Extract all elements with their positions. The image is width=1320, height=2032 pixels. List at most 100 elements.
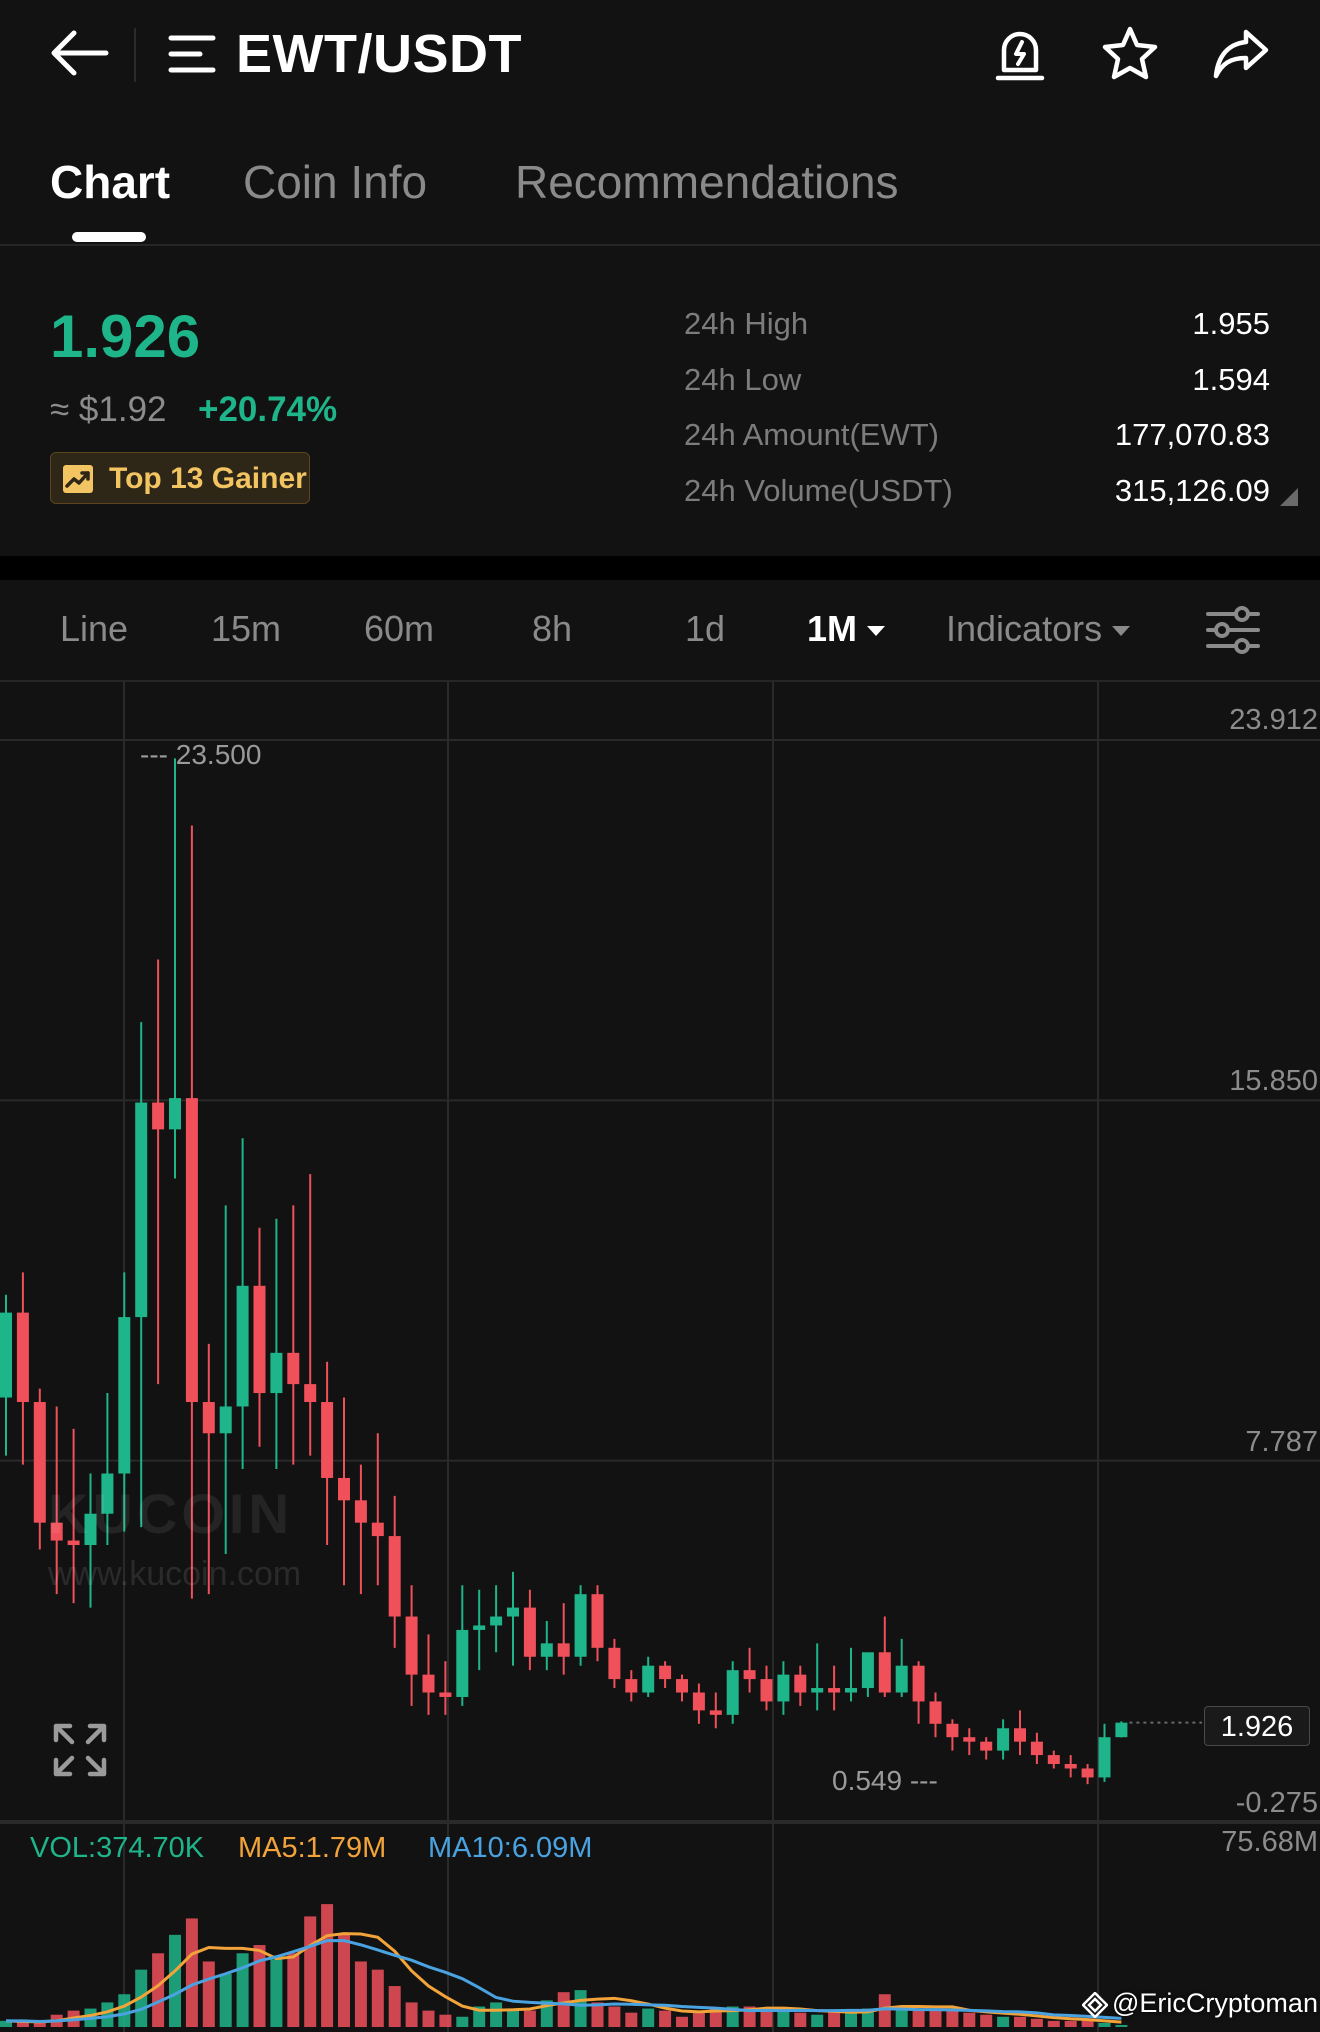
volume-bar (642, 2008, 655, 2027)
top-gainer-badge[interactable]: Top 13 Gainer (50, 452, 310, 504)
highest-price-value: 23.500 (175, 739, 262, 770)
candle-body (692, 1692, 705, 1711)
interval-60m[interactable]: 60m (364, 606, 434, 652)
stat-label-24h-high: 24h High (684, 306, 809, 341)
lowest-price-value: 0.549 (832, 1765, 903, 1796)
volume-bar (777, 2010, 790, 2027)
volume-bar (270, 1959, 283, 2027)
volume-bar (625, 2012, 638, 2027)
interval-8h[interactable]: 8h (532, 606, 572, 652)
candle-body (811, 1688, 824, 1693)
chart-settings-sliders-icon[interactable] (1206, 604, 1260, 656)
chevron-down-icon (1112, 626, 1131, 637)
interval-1d[interactable]: 1d (685, 606, 725, 652)
interval-15m[interactable]: 15m (211, 606, 281, 652)
author-credit: @EricCryptoman (1081, 1986, 1318, 2020)
candle-body (574, 1594, 587, 1657)
candle-body (33, 1401, 46, 1523)
favorite-star-icon[interactable] (1100, 24, 1160, 84)
candle-body (659, 1665, 672, 1680)
tab-recommendations[interactable]: Recommendations (515, 154, 899, 210)
volume-bar (997, 2016, 1010, 2027)
candle-body (980, 1741, 993, 1751)
volume-bar (456, 2016, 469, 2027)
interval-line[interactable]: Line (60, 606, 128, 652)
indicators-dropdown[interactable]: Indicators (946, 606, 1131, 652)
candle-body (1115, 1722, 1128, 1738)
y-axis-tick: 23.912 (1229, 704, 1318, 736)
volume-bar (354, 1961, 367, 2027)
volume-bar (794, 2012, 807, 2027)
candle-body (709, 1710, 722, 1715)
diamond-logo-icon (1081, 1991, 1109, 2019)
candle-body (371, 1522, 384, 1537)
volume-bar (169, 1934, 181, 2027)
candle-body (557, 1643, 570, 1657)
stat-value-24h-amount: 177,070.83 (1114, 417, 1270, 452)
trending-up-icon (63, 465, 93, 493)
interval-1m-dropdown[interactable]: 1M (807, 606, 886, 652)
volume-bar (676, 2016, 688, 2027)
volume-bar (338, 1934, 350, 2027)
candle-body (1030, 1741, 1043, 1756)
volume-bar (371, 1969, 384, 2027)
candle-body (270, 1352, 283, 1394)
volume-legend: VOL:374.70K (30, 1832, 205, 1864)
candle-body (878, 1652, 891, 1693)
candle-body (16, 1312, 29, 1402)
volume-bar (287, 1953, 300, 2027)
y-axis-tick: 15.850 (1229, 1065, 1318, 1097)
candle-body (202, 1401, 215, 1434)
candle-body (185, 1098, 198, 1402)
candle-body (507, 1607, 519, 1617)
volume-bar (1081, 2020, 1094, 2027)
fullscreen-expand-icon[interactable] (52, 1722, 108, 1778)
volume-bar (118, 1994, 131, 2027)
active-tab-indicator (72, 232, 146, 242)
candle-body (118, 1317, 131, 1474)
candle-body (405, 1616, 418, 1675)
header-divider (134, 28, 136, 82)
candle-body (726, 1670, 739, 1715)
candle-body (439, 1692, 452, 1697)
volume-bar (439, 2014, 452, 2027)
candle-body (642, 1665, 655, 1693)
candle-body (490, 1616, 503, 1626)
top-gainer-label: Top 13 Gainer (109, 462, 307, 495)
volume-bar (405, 2002, 418, 2027)
chevron-down-icon (867, 626, 886, 637)
y-axis-tick: -0.275 (1235, 1787, 1318, 1819)
volume-bar (523, 2010, 536, 2027)
kucoin-watermark-url: www.kucoin.com (48, 1555, 302, 1593)
price-alert-icon[interactable] (990, 24, 1050, 84)
trading-pair-title[interactable]: EWT/USDT (236, 22, 522, 86)
share-icon[interactable] (1210, 24, 1270, 84)
tab-coin-info[interactable]: Coin Info (243, 154, 427, 210)
volume-bar (1098, 2022, 1111, 2027)
volume-bar (929, 2010, 942, 2027)
page-tabs: Chart Coin Info Recommendations (0, 140, 1320, 246)
menu-icon[interactable] (168, 32, 216, 76)
candle-body (523, 1607, 536, 1657)
candle-body (963, 1737, 976, 1742)
price-change-percent: +20.74% (198, 390, 338, 429)
volume-bar (202, 1961, 215, 2027)
candle-body (1047, 1755, 1060, 1765)
candle-body (0, 1312, 12, 1398)
candle-body (828, 1688, 841, 1693)
tab-chart[interactable]: Chart (50, 154, 170, 210)
volume-bar (980, 2014, 993, 2027)
candle-body (287, 1352, 300, 1385)
candle-body (912, 1665, 925, 1702)
candle-body (169, 1098, 181, 1130)
stat-value-24h-volume: 315,126.09 (1114, 473, 1270, 508)
expand-stats-corner-icon[interactable] (1280, 488, 1298, 506)
volume-bar (845, 2012, 857, 2027)
lowest-price-marker: 0.549 --- (832, 1765, 938, 1796)
candle-body (354, 1500, 367, 1523)
volume-bar (1014, 2016, 1026, 2027)
volume-bar (253, 1945, 266, 2027)
candle-body (152, 1102, 165, 1130)
volume-bar (811, 2014, 824, 2027)
back-arrow-icon[interactable] (48, 28, 110, 78)
